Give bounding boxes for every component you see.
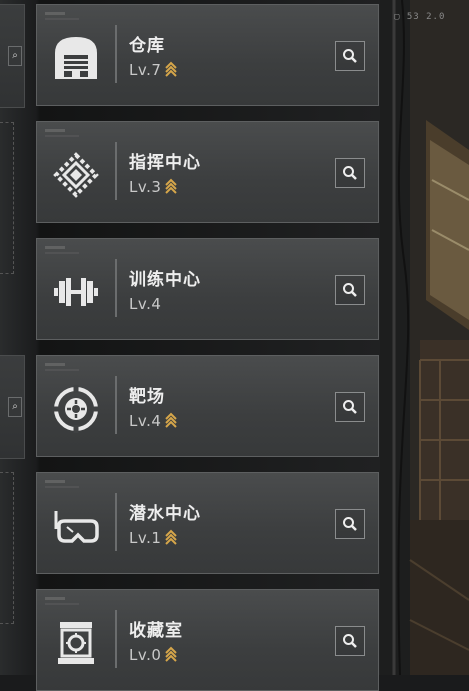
card-tag <box>45 363 65 366</box>
level-text: Lv.3 <box>129 178 162 196</box>
inspect-button[interactable] <box>335 509 365 539</box>
inspect-button[interactable] <box>335 158 365 188</box>
hud-readout: ▢ 53 2.0 <box>394 12 446 22</box>
card-tag <box>45 129 65 132</box>
facility-card-warehouse[interactable]: 仓库 Lv.7 <box>36 4 379 106</box>
level-text: Lv.7 <box>129 61 162 79</box>
divider <box>115 610 117 668</box>
level-text: Lv.4 <box>129 295 162 313</box>
inspect-button[interactable] <box>335 275 365 305</box>
level-text: Lv.4 <box>129 412 162 430</box>
search-icon[interactable]: ⌕ <box>8 46 22 66</box>
inspect-button[interactable] <box>335 41 365 71</box>
display-case-icon <box>58 622 94 664</box>
card-tag-line <box>45 135 79 137</box>
target-icon <box>52 385 100 433</box>
search-icon <box>343 400 357 414</box>
left-card[interactable]: ⌕ <box>0 4 25 108</box>
card-tag <box>45 597 65 600</box>
facility-card-training-center[interactable]: 训练中心 Lv.4 <box>36 238 379 340</box>
search-icon <box>343 517 357 531</box>
inspect-button[interactable] <box>335 626 365 656</box>
hud-value-a: 53 <box>406 12 420 22</box>
card-tag <box>45 480 65 483</box>
facility-card-collection-room[interactable]: 收藏室 Lv.0 <box>36 589 379 691</box>
left-column: ⌕ ⌕ <box>0 0 26 675</box>
facility-name: 仓库 <box>129 36 165 56</box>
facility-card-diving-center[interactable]: 潜水中心 Lv.1 <box>36 472 379 574</box>
inspect-button[interactable] <box>335 392 365 422</box>
divider <box>115 25 117 83</box>
hud-value-b: 2.0 <box>426 12 446 22</box>
card-tag <box>45 12 65 15</box>
divider <box>115 259 117 317</box>
card-tag-line <box>45 603 79 605</box>
facility-card-command-center[interactable]: 指挥中心 Lv.3 <box>36 121 379 223</box>
facility-name: 靶场 <box>129 387 165 407</box>
background-scene <box>380 0 469 675</box>
divider <box>115 493 117 551</box>
search-icon[interactable]: ⌕ <box>8 397 22 417</box>
search-icon <box>343 634 357 648</box>
facility-name: 收藏室 <box>129 621 183 641</box>
card-tag-line <box>45 486 79 488</box>
divider <box>115 142 117 200</box>
facility-card-shooting-range[interactable]: 靶场 Lv.4 <box>36 355 379 457</box>
facility-level: Lv.7 <box>129 61 178 79</box>
search-icon <box>343 283 357 297</box>
card-tag-line <box>45 252 79 254</box>
search-icon <box>343 49 357 63</box>
facility-name: 指挥中心 <box>129 153 201 173</box>
empty-slot <box>0 122 14 274</box>
upgrade-chevron-icon <box>165 529 178 545</box>
facility-level: Lv.0 <box>129 646 178 664</box>
facility-name: 训练中心 <box>129 270 201 290</box>
card-tag-line <box>45 18 79 20</box>
facility-level: Lv.4 <box>129 412 178 430</box>
facility-level: Lv.3 <box>129 178 178 196</box>
level-text: Lv.1 <box>129 529 162 547</box>
upgrade-chevron-icon <box>165 646 178 662</box>
upgrade-chevron-icon <box>165 178 178 194</box>
divider <box>115 376 117 434</box>
level-text: Lv.0 <box>129 646 162 664</box>
dumbbell-icon <box>54 278 98 306</box>
facility-name: 潜水中心 <box>129 504 201 524</box>
facility-level: Lv.1 <box>129 529 178 547</box>
card-tag <box>45 246 65 249</box>
empty-slot <box>0 472 14 624</box>
facility-level: Lv.4 <box>129 295 161 313</box>
command-chip-icon <box>53 152 99 198</box>
upgrade-chevron-icon <box>165 412 178 428</box>
left-card[interactable]: ⌕ <box>0 355 25 459</box>
warehouse-icon <box>55 37 97 79</box>
diving-mask-icon <box>54 511 99 543</box>
search-icon <box>343 166 357 180</box>
card-tag-line <box>45 369 79 371</box>
upgrade-chevron-icon <box>165 61 178 77</box>
